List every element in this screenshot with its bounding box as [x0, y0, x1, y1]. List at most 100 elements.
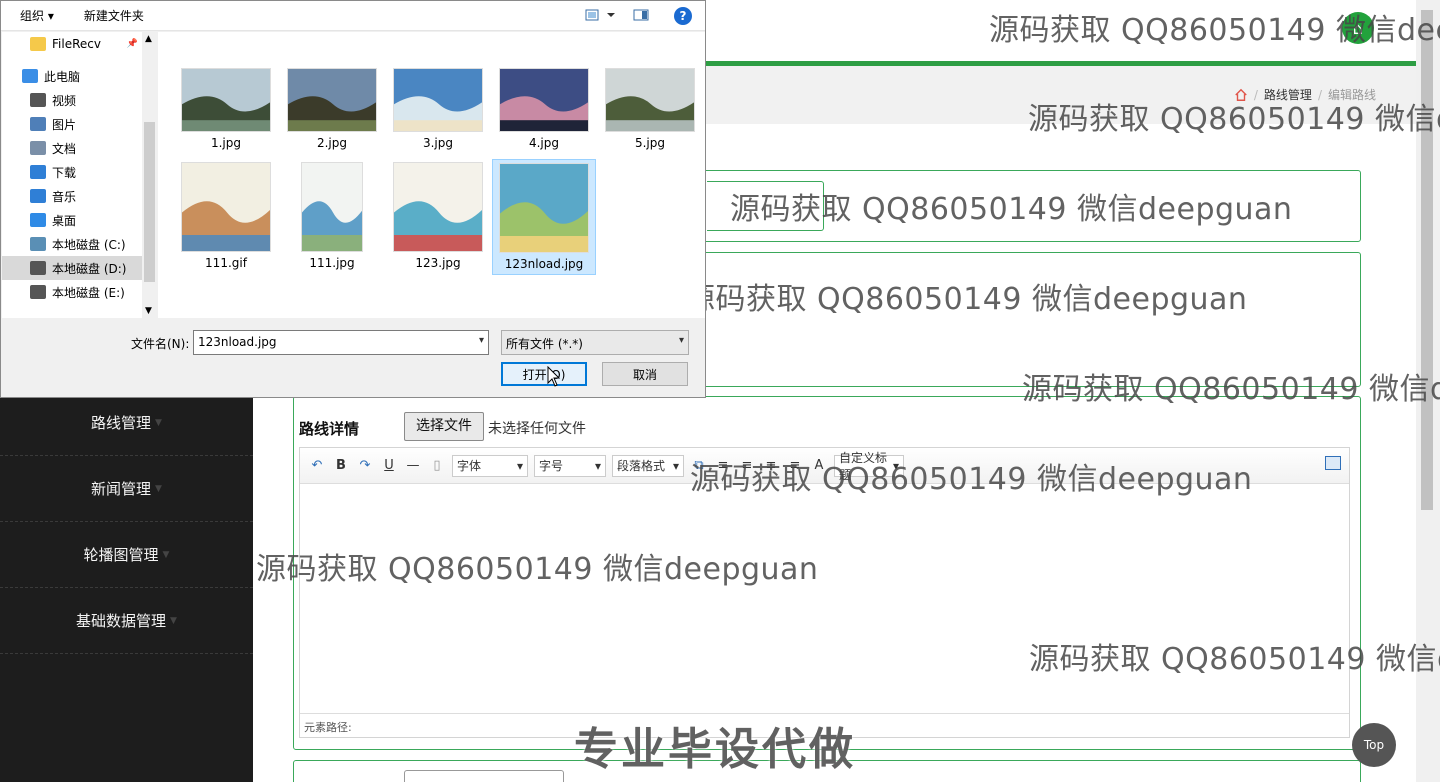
- nav-item[interactable]: 本地磁盘 (C:): [2, 232, 142, 256]
- nav-item[interactable]: 桌面: [2, 208, 142, 232]
- horizontal-rule-icon[interactable]: —: [404, 457, 422, 475]
- chevron-down-icon: ▾: [672, 458, 679, 473]
- file-list-pane: 1.jpg 2.jpg 3.jpg 4.jpg 5.jpg 111.gif 111.jpg 1…: [158, 32, 705, 318]
- page-scrollbar[interactable]: [1416, 0, 1440, 782]
- nav-scrollbar[interactable]: ▲ ▼: [142, 32, 157, 318]
- chevron-down-icon: ▾: [516, 458, 523, 473]
- download-icon: [30, 165, 46, 179]
- rich-text-editor[interactable]: ↶ B ↷ U — ▯ 字体 ▾ 字号 ▾ 段落格式 ▾ ⧉ ≡ ≡ ≡ ≡ A 自定…: [299, 447, 1350, 738]
- bold-icon[interactable]: B: [332, 457, 350, 475]
- chevron-down-icon: ▾: [678, 335, 684, 346]
- open-button[interactable]: 打开(O): [501, 362, 587, 386]
- scroll-down-icon[interactable]: ▼: [145, 306, 152, 316]
- filename-value: 123nload.jpg: [198, 335, 277, 349]
- nav-item-label: 本地磁盘 (C:): [52, 237, 126, 252]
- image-thumbnail-icon: [605, 68, 695, 132]
- chevron-down-icon: ▼: [170, 615, 177, 626]
- editor-toolbar: ↶ B ↷ U — ▯ 字体 ▾ 字号 ▾ 段落格式 ▾ ⧉ ≡ ≡ ≡ ≡ A 自定…: [300, 448, 1349, 484]
- nav-item[interactable]: 文档: [2, 136, 142, 160]
- font-size-select[interactable]: 字号 ▾: [534, 454, 606, 477]
- nav-item[interactable]: FileRecv 📌: [2, 32, 142, 56]
- scrollbar-thumb[interactable]: [1421, 10, 1433, 510]
- redo-icon[interactable]: ↷: [356, 457, 374, 475]
- nav-item[interactable]: 视频: [2, 88, 142, 112]
- file-item[interactable]: 2.jpg: [280, 66, 384, 158]
- back-to-top-button[interactable]: Top: [1352, 723, 1396, 767]
- sidebar-item-carousel[interactable]: 轮播图管理 ▼: [0, 522, 253, 588]
- home-icon[interactable]: [1234, 88, 1248, 102]
- image-thumbnail-icon: [181, 162, 271, 252]
- text-input[interactable]: [707, 181, 824, 231]
- nav-scrollbar-thumb[interactable]: [144, 122, 155, 282]
- font-family-select[interactable]: 字体 ▾: [452, 454, 528, 477]
- nav-item-label: 音乐: [52, 189, 77, 204]
- chevron-down-icon: ▾: [892, 458, 899, 473]
- image-thumbnail-icon: [499, 163, 589, 253]
- align-center-icon[interactable]: ≡: [738, 457, 756, 475]
- cancel-button[interactable]: 取消: [602, 362, 688, 386]
- nav-item[interactable]: 音乐: [2, 184, 142, 208]
- file-item[interactable]: 111.gif: [174, 159, 278, 275]
- file-name: 2.jpg: [316, 136, 348, 150]
- nav-item[interactable]: 下载: [2, 160, 142, 184]
- file-item[interactable]: 3.jpg: [386, 66, 490, 158]
- next-field-input[interactable]: [404, 770, 564, 782]
- sidebar-item-label: 基础数据管理: [76, 612, 167, 630]
- sidebar-item-news[interactable]: 新闻管理 ▼: [0, 456, 253, 522]
- custom-title-select[interactable]: 自定义标题 ▾: [834, 451, 904, 482]
- link-icon[interactable]: ⧉: [690, 457, 708, 475]
- preview-pane-icon[interactable]: [633, 9, 649, 21]
- align-justify-icon[interactable]: ≡: [786, 457, 804, 475]
- file-open-dialog: 组织 ▾ 新建文件夹 ? 本地磁盘 (E:) 本地磁盘 (D:) 本地磁盘 (C:)…: [0, 0, 706, 398]
- underline-icon[interactable]: U: [380, 457, 398, 475]
- sidebar: 路线管理 ▼ 新闻管理 ▼ 轮播图管理 ▼ 基础数据管理 ▼: [0, 390, 253, 782]
- choose-file-button[interactable]: 选择文件: [404, 412, 484, 441]
- nav-item[interactable]: 此电脑: [2, 64, 142, 88]
- nav-item-label: 此电脑: [44, 69, 81, 84]
- help-icon[interactable]: ?: [674, 7, 692, 25]
- file-name: 5.jpg: [634, 136, 666, 150]
- file-item[interactable]: 5.jpg: [598, 66, 702, 158]
- new-folder-button[interactable]: 新建文件夹: [84, 7, 144, 24]
- filename-input[interactable]: 123nload.jpg ▾: [193, 330, 489, 355]
- sidebar-item-route[interactable]: 路线管理 ▼: [0, 390, 253, 456]
- image-thumbnail-icon: [181, 68, 271, 132]
- nav-item[interactable]: 本地磁盘 (E:): [2, 280, 142, 304]
- breadcrumb-route-management[interactable]: 路线管理: [1264, 86, 1312, 103]
- document-icon[interactable]: ▯: [428, 457, 446, 475]
- nav-item-label: 视频: [52, 93, 77, 108]
- chevron-down-icon[interactable]: ▾: [479, 335, 484, 346]
- nav-item-label: 文档: [52, 141, 77, 156]
- align-left-icon[interactable]: ≡: [714, 457, 732, 475]
- organize-menu[interactable]: 组织 ▾: [20, 7, 54, 24]
- image-thumbnail-icon: [499, 68, 589, 132]
- filetype-select[interactable]: 所有文件 (*.*) ▾: [501, 330, 689, 355]
- align-right-icon[interactable]: ≡: [762, 457, 780, 475]
- filetype-value: 所有文件 (*.*): [506, 337, 583, 351]
- sidebar-item-basic-data[interactable]: 基础数据管理 ▼: [0, 588, 253, 654]
- paragraph-select[interactable]: 段落格式 ▾: [612, 454, 684, 477]
- preview-icon[interactable]: [1325, 456, 1341, 470]
- image-thumbnail-icon: [393, 68, 483, 132]
- scroll-up-icon[interactable]: ▲: [145, 34, 152, 44]
- font-color-icon[interactable]: A: [810, 457, 828, 475]
- documents-icon: [30, 141, 46, 155]
- chevron-down-icon: ▾: [594, 458, 601, 473]
- file-item[interactable]: 1.jpg: [174, 66, 278, 158]
- pin-icon[interactable]: 📌: [127, 39, 138, 49]
- drive-icon: [30, 237, 46, 251]
- view-mode-icon[interactable]: [585, 9, 615, 21]
- file-item[interactable]: 4.jpg: [492, 66, 596, 158]
- undo-icon[interactable]: ↶: [308, 457, 326, 475]
- pictures-icon: [30, 117, 46, 131]
- sidebar-item-label: 路线管理: [91, 414, 152, 432]
- nav-item[interactable]: 图片: [2, 112, 142, 136]
- file-item[interactable]: 123.jpg: [386, 159, 490, 275]
- file-item[interactable]: 111.jpg: [280, 159, 384, 275]
- mouse-cursor-icon: [547, 366, 561, 387]
- file-item[interactable]: 123nload.jpg: [492, 159, 596, 275]
- user-avatar[interactable]: ⌂: [1342, 12, 1374, 44]
- dialog-toolbar: 组织 ▾ 新建文件夹 ?: [1, 1, 705, 31]
- nav-item[interactable]: 本地磁盘 (D:): [2, 256, 142, 280]
- drive-icon: [30, 285, 46, 299]
